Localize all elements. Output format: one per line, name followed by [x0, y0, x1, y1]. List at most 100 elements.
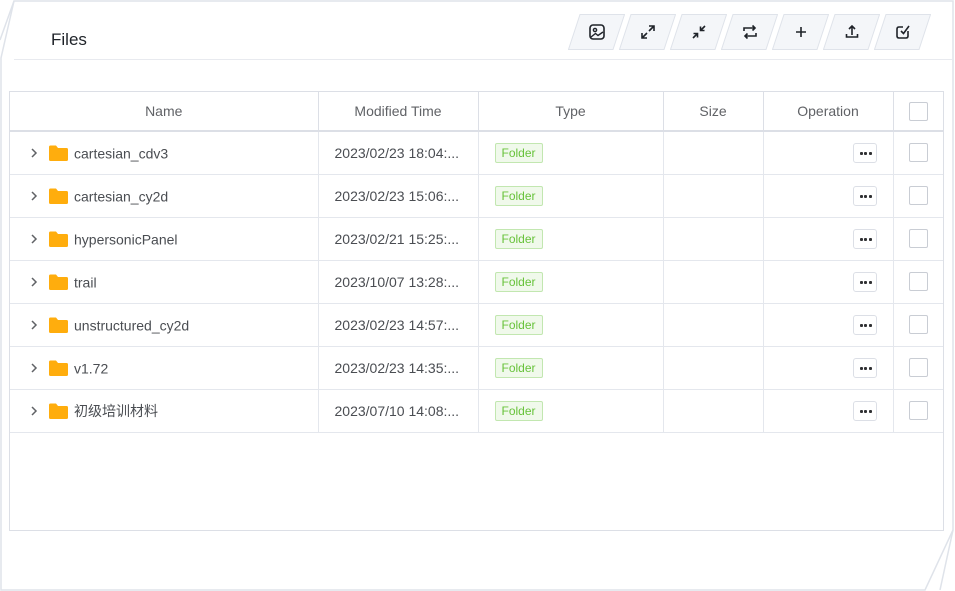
file-name[interactable]: v1.72	[74, 360, 108, 376]
folder-icon	[49, 274, 68, 291]
chevron-right-icon[interactable]	[28, 147, 40, 159]
size-cell	[663, 346, 764, 390]
row-checkbox[interactable]	[908, 143, 928, 163]
file-name[interactable]: trail	[74, 274, 97, 290]
size-cell	[663, 389, 764, 433]
select-cell	[893, 217, 943, 261]
refresh-icon	[743, 24, 757, 40]
type-tag: Folder	[494, 357, 543, 378]
folder-icon	[49, 188, 68, 205]
expand-button[interactable]	[619, 14, 676, 50]
row-checkbox[interactable]	[908, 272, 928, 291]
type-cell: Folder	[478, 174, 664, 218]
size-cell	[663, 260, 764, 304]
type-cell: Folder	[478, 131, 664, 175]
column-header-name[interactable]: Name	[10, 92, 319, 132]
type-tag: Folder	[494, 228, 543, 249]
folder-icon	[49, 317, 68, 334]
file-name[interactable]: hypersonicPanel	[74, 231, 178, 247]
select-cell	[893, 260, 943, 304]
operation-cell	[763, 389, 894, 433]
operation-cell	[763, 131, 894, 175]
type-tag: Folder	[494, 400, 543, 421]
select-all-checkbox[interactable]	[908, 101, 928, 121]
checkbox-icon	[896, 25, 910, 39]
folder-icon	[49, 231, 68, 248]
header-divider	[14, 59, 952, 60]
toolbar	[568, 14, 938, 50]
type-tag: Folder	[494, 185, 543, 206]
table-row[interactable]: cartesian_cy2d 2023/02/23 15:06:... Fold…	[10, 174, 943, 218]
chevron-right-icon[interactable]	[28, 190, 40, 202]
operation-cell	[763, 217, 894, 261]
operation-cell	[763, 174, 894, 218]
type-cell: Folder	[478, 346, 664, 390]
modified-time: 2023/10/07 13:28:...	[318, 260, 479, 304]
file-name[interactable]: 初级培训材料	[74, 403, 158, 419]
more-button[interactable]	[852, 142, 877, 163]
chevron-right-icon[interactable]	[28, 405, 40, 417]
modified-time: 2023/02/23 14:35:...	[318, 346, 479, 390]
table-row[interactable]: unstructured_cy2d 2023/02/23 14:57:... F…	[10, 303, 943, 347]
row-checkbox[interactable]	[908, 186, 928, 205]
row-checkbox[interactable]	[908, 401, 928, 420]
select-cell	[893, 174, 943, 218]
type-cell: Folder	[478, 217, 664, 261]
column-header-operation: Operation	[763, 92, 894, 132]
more-button[interactable]	[852, 185, 877, 206]
image-icon	[589, 24, 605, 40]
column-header-modified-time[interactable]: Modified Time	[318, 92, 479, 132]
select-cell	[893, 303, 943, 347]
folder-icon	[49, 403, 68, 419]
file-name[interactable]: unstructured_cy2d	[74, 317, 189, 333]
chevron-right-icon[interactable]	[28, 319, 40, 331]
file-name[interactable]: cartesian_cdv3	[74, 145, 168, 161]
collapse-icon	[692, 25, 706, 39]
folder-icon	[49, 360, 68, 377]
chevron-right-icon[interactable]	[28, 362, 40, 374]
table-row[interactable]: 初级培训材料 2023/07/10 14:08:... Folder	[10, 389, 943, 433]
name-cell: cartesian_cdv3	[10, 131, 319, 175]
column-header-size[interactable]: Size	[663, 92, 764, 132]
folder-icon	[49, 145, 68, 162]
table-row[interactable]: v1.72 2023/02/23 14:35:... Folder	[10, 346, 943, 390]
operation-cell	[763, 346, 894, 390]
more-button[interactable]	[852, 400, 877, 421]
more-button[interactable]	[852, 314, 877, 335]
image-button[interactable]	[568, 14, 625, 50]
chevron-right-icon[interactable]	[28, 233, 40, 245]
row-checkbox[interactable]	[908, 229, 928, 248]
type-cell: Folder	[478, 303, 664, 347]
more-button[interactable]	[852, 228, 877, 249]
table-row[interactable]: hypersonicPanel 2023/02/21 15:25:... Fol…	[10, 217, 943, 261]
size-cell	[663, 131, 764, 175]
more-button[interactable]	[852, 271, 877, 292]
refresh-button[interactable]	[721, 14, 778, 50]
table-row[interactable]: cartesian_cdv3 2023/02/23 18:04:... Fold…	[10, 131, 943, 175]
chevron-right-icon[interactable]	[28, 276, 40, 288]
type-tag: Folder	[494, 314, 543, 335]
name-cell: 初级培训材料	[10, 389, 319, 433]
collapse-button[interactable]	[670, 14, 727, 50]
size-cell	[663, 174, 764, 218]
row-checkbox[interactable]	[908, 315, 928, 334]
modified-time: 2023/02/21 15:25:...	[318, 217, 479, 261]
size-cell	[663, 303, 764, 347]
more-button[interactable]	[852, 357, 877, 378]
type-tag: Folder	[494, 142, 543, 163]
file-name[interactable]: cartesian_cy2d	[74, 188, 168, 204]
files-table: Name Modified Time Type Size Operation c…	[9, 91, 944, 531]
table-row[interactable]: trail 2023/10/07 13:28:... Folder	[10, 260, 943, 304]
type-cell: Folder	[478, 389, 664, 433]
select-button[interactable]	[874, 14, 931, 50]
upload-button[interactable]	[823, 14, 880, 50]
select-cell	[893, 131, 943, 175]
add-button[interactable]	[772, 14, 829, 50]
page-title: Files	[51, 30, 87, 49]
table-header: Name Modified Time Type Size Operation	[10, 92, 943, 132]
column-header-type[interactable]: Type	[478, 92, 664, 132]
row-checkbox[interactable]	[908, 358, 928, 377]
name-cell: hypersonicPanel	[10, 217, 319, 261]
operation-cell	[763, 303, 894, 347]
name-cell: cartesian_cy2d	[10, 174, 319, 218]
